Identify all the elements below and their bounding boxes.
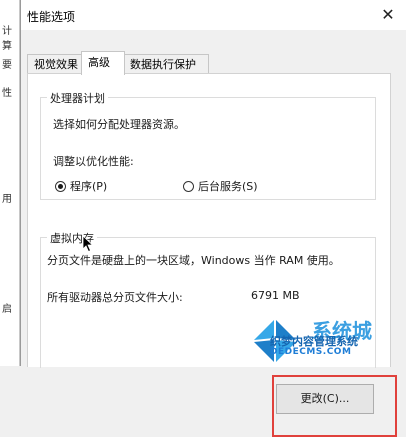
title-bar[interactable]: 性能选项 ✕	[21, 0, 406, 30]
total-paging-value: 6791 MB	[251, 289, 300, 302]
dialog-title: 性能选项	[27, 10, 76, 24]
bg-text: 要	[2, 60, 12, 71]
bg-text: 用	[2, 194, 12, 205]
processor-scheduling-group: 处理器计划 选择如何分配处理器资源。 调整以优化性能: 程序(P) 后台服务(S…	[40, 90, 376, 200]
radio-programs[interactable]: 程序(P)	[55, 178, 107, 194]
tab-advanced[interactable]: 高级	[81, 51, 125, 75]
bg-text: 性	[2, 88, 12, 99]
radio-background-services-label[interactable]: 后台服务(S)	[198, 178, 258, 194]
virtual-memory-description: 分页文件是硬盘上的一块区域，Windows 当作 RAM 使用。	[47, 254, 340, 267]
processor-description: 选择如何分配处理器资源。	[53, 118, 185, 131]
watermark-url: DEDECMS.COM	[270, 347, 352, 357]
radio-selected-indicator[interactable]	[55, 180, 66, 192]
radio-background-services[interactable]: 后台服务(S)	[183, 178, 258, 194]
total-paging-label: 所有驱动器总分页文件大小:	[47, 291, 183, 304]
radio-unselected-indicator[interactable]	[183, 180, 194, 192]
close-icon[interactable]: ✕	[377, 5, 399, 25]
bg-text: 启	[2, 304, 12, 315]
bg-text: 计算	[2, 26, 12, 52]
performance-options-dialog: 性能选项 ✕ 视觉效果 高级 数据执行保护 处理器计划 选择如何分配处理器资源。…	[20, 0, 406, 437]
background-window: 计算 要 性 用 启	[0, 0, 20, 366]
tab-data-execution-prevention[interactable]: 数据执行保护	[123, 54, 209, 74]
processor-scheduling-legend: 处理器计划	[47, 90, 108, 106]
radio-programs-label[interactable]: 程序(P)	[70, 178, 107, 194]
highlight-box	[272, 375, 397, 437]
optimize-label: 调整以优化性能:	[53, 155, 134, 168]
mouse-cursor-icon	[82, 235, 94, 253]
